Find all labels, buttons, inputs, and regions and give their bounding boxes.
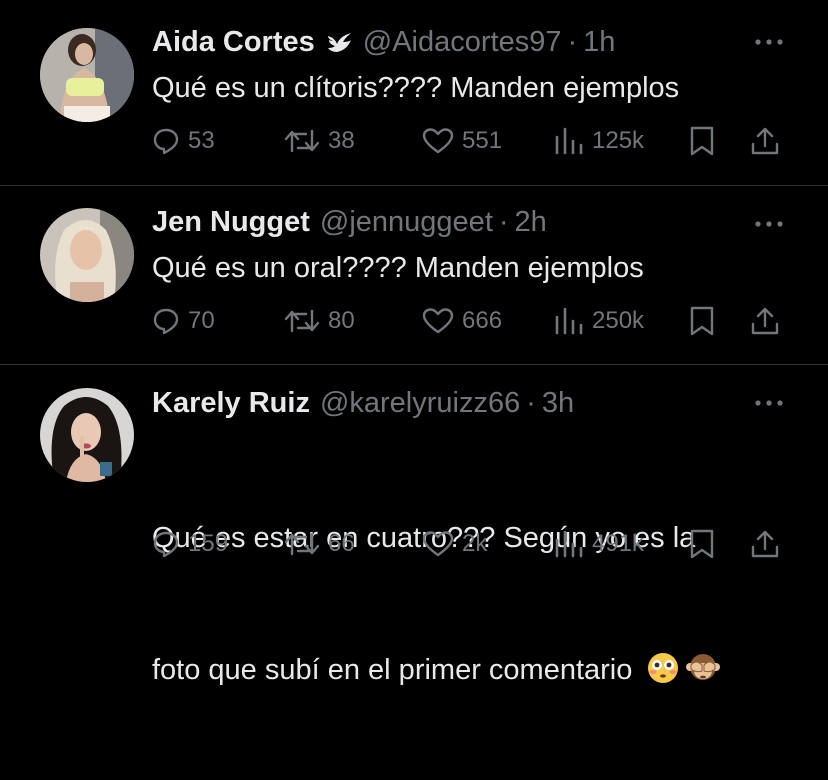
author-name[interactable]: Karely Ruiz — [152, 387, 310, 420]
like-count: 2k — [462, 530, 488, 557]
separator: · — [567, 25, 578, 58]
tweet-header: Karely Ruiz @karelyruizz66 · 3h — [152, 385, 574, 421]
bookmark-button[interactable] — [689, 123, 715, 159]
flushed-face-icon — [648, 653, 679, 683]
separator: · — [498, 205, 509, 238]
share-button[interactable] — [750, 526, 780, 562]
views-button[interactable]: 491k — [554, 526, 644, 562]
avatar[interactable] — [40, 388, 134, 482]
avatar-photo — [40, 28, 134, 122]
like-button[interactable]: 666 — [422, 303, 502, 339]
retweet-icon — [284, 532, 320, 556]
tweet-text-line-2: foto que subí en el primer comentario — [152, 648, 792, 692]
avatar[interactable] — [40, 28, 134, 122]
like-count: 666 — [462, 307, 503, 334]
reply-count: 159 — [188, 530, 229, 557]
views-count: 491k — [592, 530, 645, 557]
reply-count: 53 — [188, 127, 215, 154]
tweet-2[interactable]: Jen Nugget @jennuggeet · 2h Qué es un or… — [0, 186, 828, 364]
author-handle[interactable]: @jennuggeet — [320, 206, 493, 239]
tweet-3[interactable]: Karely Ruiz @karelyruizz66 · 3h Qué es e… — [0, 365, 828, 686]
like-icon — [422, 308, 454, 334]
author-handle[interactable]: @karelyruizz66 — [320, 387, 520, 420]
views-button[interactable]: 125k — [554, 123, 644, 159]
like-button[interactable]: 551 — [422, 123, 502, 159]
views-count: 125k — [592, 127, 645, 154]
reply-button[interactable]: 159 — [152, 526, 228, 562]
action-bar: 70 80 666 250k — [152, 303, 792, 339]
retweet-button[interactable]: 66 — [284, 526, 355, 562]
author-handle[interactable]: @Aidacortes97 — [363, 26, 562, 59]
share-icon — [751, 307, 779, 335]
bookmark-button[interactable] — [689, 526, 715, 562]
timestamp[interactable]: 2h — [515, 206, 547, 239]
like-button[interactable]: 2k — [422, 526, 487, 562]
reply-button[interactable]: 70 — [152, 303, 215, 339]
bookmark-icon — [690, 306, 714, 336]
like-icon — [422, 128, 454, 154]
bookmark-button[interactable] — [689, 303, 715, 339]
retweet-count: 38 — [328, 127, 355, 154]
avatar-photo — [40, 388, 134, 482]
retweet-button[interactable]: 38 — [284, 123, 355, 159]
tweet-header: Jen Nugget @jennuggeet · 2h — [152, 204, 547, 240]
action-bar: 53 38 551 125k — [152, 123, 792, 159]
tweet-text: Qué es un clítoris???? Manden ejemplos — [152, 72, 680, 104]
share-button[interactable] — [750, 303, 780, 339]
timestamp[interactable]: 1h — [583, 26, 615, 59]
share-icon — [751, 530, 779, 558]
author-name[interactable]: Jen Nugget — [152, 206, 310, 239]
reply-icon — [153, 531, 179, 558]
author-name[interactable]: Aida Cortes — [152, 26, 315, 59]
retweet-button[interactable]: 80 — [284, 303, 355, 339]
tweet-text: Qué es un oral???? Manden ejemplos — [152, 252, 644, 284]
reply-button[interactable]: 53 — [152, 123, 215, 159]
action-bar: 159 66 2k 491k — [152, 526, 792, 562]
retweet-icon — [284, 129, 320, 153]
more-icon[interactable] — [752, 32, 786, 52]
more-icon[interactable] — [752, 393, 786, 413]
retweet-count: 80 — [328, 307, 355, 334]
tweet-header: Aida Cortes @Aidacortes97 · 1h — [152, 24, 615, 60]
separator: · — [526, 386, 536, 419]
views-icon — [555, 127, 583, 155]
tweet-1[interactable]: Aida Cortes @Aidacortes97 · 1h Qué es un… — [0, 0, 828, 185]
views-icon — [555, 530, 583, 558]
retweet-count: 66 — [328, 530, 355, 557]
views-count: 250k — [592, 307, 645, 334]
views-icon — [555, 307, 583, 335]
share-icon — [751, 127, 779, 155]
tweet-text-line-2-content: foto que subí en el primer comentario — [152, 654, 633, 686]
retweet-icon — [284, 309, 320, 333]
like-icon — [422, 531, 454, 557]
see-no-evil-monkey-icon — [686, 654, 721, 680]
bookmark-icon — [690, 529, 714, 559]
reply-count: 70 — [188, 307, 215, 334]
like-count: 551 — [462, 127, 503, 154]
reply-icon — [153, 308, 179, 335]
avatar[interactable] — [40, 208, 134, 302]
avatar-photo — [40, 208, 134, 302]
tweet-text: Qué es estar en cuatro??? Según yo es la… — [152, 428, 792, 780]
views-button[interactable]: 250k — [554, 303, 644, 339]
timestamp[interactable]: 3h — [542, 387, 574, 420]
more-icon[interactable] — [752, 214, 786, 234]
verified-icon — [325, 28, 353, 56]
bookmark-icon — [690, 126, 714, 156]
share-button[interactable] — [750, 123, 780, 159]
reply-icon — [153, 128, 179, 155]
